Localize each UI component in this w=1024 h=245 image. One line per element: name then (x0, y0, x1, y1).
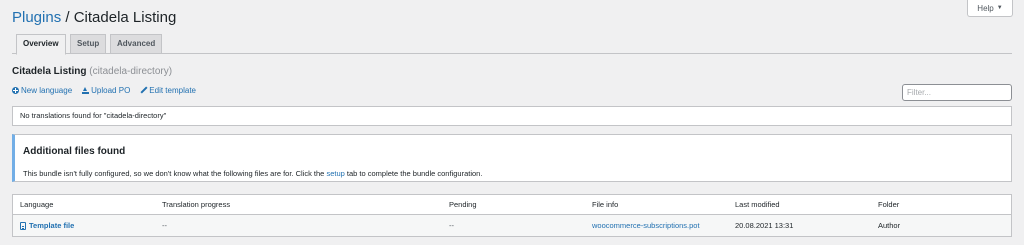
help-label: Help (977, 3, 994, 13)
additional-files-notice: Additional files found This bundle isn't… (12, 134, 1012, 182)
template-file-label: Template file (29, 221, 75, 230)
file-info-link[interactable]: woocommerce-subscriptions.pot (592, 215, 700, 236)
breadcrumb-separator: / (65, 9, 70, 26)
bundle-slug: (citadela-directory) (89, 66, 173, 77)
edit-template-label: Edit template (149, 86, 196, 95)
page-title: Plugins / Citadela Listing (12, 9, 176, 27)
help-button[interactable]: Help ▼ (967, 0, 1013, 17)
upload-po-label: Upload PO (91, 86, 131, 95)
caret-down-icon: ▼ (996, 5, 1003, 11)
upload-po-link[interactable]: Upload PO (82, 86, 130, 95)
plus-circle-icon (12, 87, 19, 94)
notice-text-before: This bundle isn't fully configured, so w… (23, 169, 325, 178)
last-modified-value: 20.08.2021 13:31 (735, 221, 794, 230)
tab-bar: Overview Setup Advanced (12, 34, 1012, 55)
new-language-link[interactable]: New language (12, 86, 72, 95)
column-pending: Pending (449, 200, 477, 209)
breadcrumb-current: Citadela Listing (73, 9, 177, 26)
column-progress: Translation progress (162, 200, 231, 209)
pending-value: -- (449, 221, 454, 230)
folder-value: Author (878, 221, 901, 230)
tab-setup[interactable]: Setup (70, 34, 107, 54)
notice-text: This bundle isn't fully configured, so w… (23, 169, 482, 178)
progress-value: -- (162, 221, 167, 230)
notice-heading: Additional files found (23, 146, 126, 157)
setup-link[interactable]: setup (326, 169, 344, 178)
column-last-modified: Last modified (735, 200, 780, 209)
bundle-name: Citadela Listing (12, 66, 87, 77)
bundle-title: Citadela Listing (citadela-directory) (12, 66, 172, 77)
tab-overview[interactable]: Overview (16, 34, 66, 55)
column-file-info: File info (592, 200, 619, 209)
notice-text-after: tab to complete the bundle configuration… (346, 169, 483, 178)
table-row: Template file -- -- woocommerce-subscrip… (13, 215, 1011, 236)
file-icon (20, 221, 26, 230)
template-file-link[interactable]: Template file (20, 215, 74, 236)
column-language: Language (20, 200, 54, 209)
filter-input[interactable] (902, 84, 1012, 101)
column-folder: Folder (878, 200, 900, 209)
upload-icon (82, 87, 90, 94)
new-language-label: New language (21, 86, 73, 95)
files-table: Language Translation progress Pending Fi… (12, 194, 1012, 237)
edit-template-link[interactable]: Edit template (140, 86, 196, 95)
table-header: Language Translation progress Pending Fi… (13, 195, 1011, 215)
no-translations-notice: No translations found for "citadela-dire… (12, 106, 1012, 126)
breadcrumb-plugins[interactable]: Plugins (12, 9, 61, 26)
pencil-icon (140, 87, 147, 94)
tab-advanced[interactable]: Advanced (110, 34, 163, 54)
action-links: New language Upload PO Edit template (12, 86, 196, 95)
